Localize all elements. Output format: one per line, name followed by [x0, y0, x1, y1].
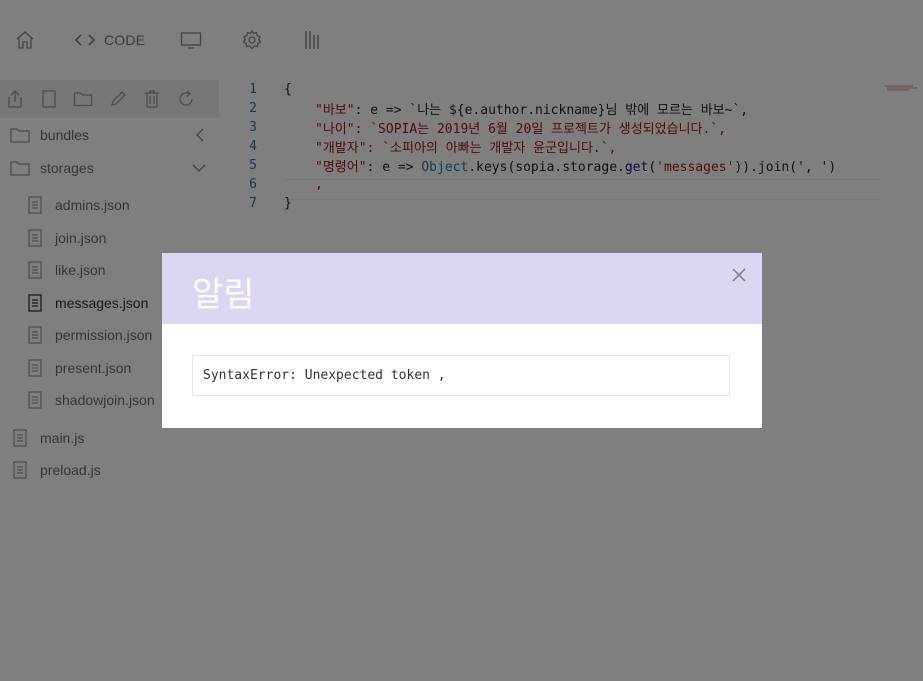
- dialog-title: 알림: [192, 275, 255, 315]
- alert-dialog: 알림 SyntaxError: Unexpected token ,: [162, 253, 762, 428]
- error-message-box: SyntaxError: Unexpected token ,: [192, 355, 730, 396]
- error-message: SyntaxError: Unexpected token ,: [203, 368, 446, 383]
- dialog-header: 알림: [162, 253, 762, 324]
- close-button[interactable]: [731, 267, 747, 283]
- close-icon: [732, 268, 746, 282]
